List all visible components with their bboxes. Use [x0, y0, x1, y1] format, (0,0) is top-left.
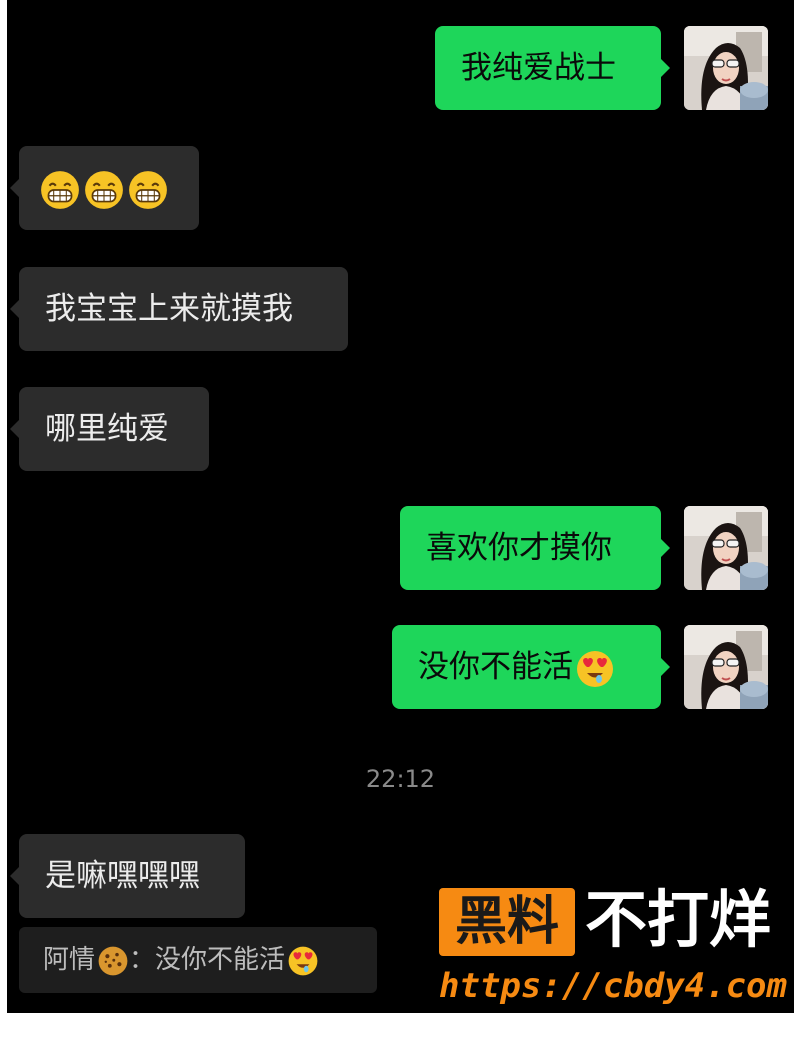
message-text: 是嘛嘿嘿嘿 — [45, 858, 200, 894]
message-bubble-incoming[interactable] — [10, 146, 199, 230]
message-text: 喜欢你才摸你 — [426, 530, 612, 566]
message-bubble-incoming[interactable]: 我宝宝上来就摸我 — [10, 267, 348, 351]
watermark-url: https://cbdy4.com — [439, 966, 787, 1006]
message-bubble-incoming[interactable]: 哪里纯爱 — [10, 387, 209, 471]
cookie-emoji — [97, 945, 129, 977]
timestamp: 22:12 — [365, 765, 436, 793]
message-bubble-outgoing[interactable]: 我纯爱战士 — [435, 26, 670, 110]
quoted-message[interactable]: 阿情 ：没你不能活 — [19, 927, 377, 993]
my-avatar[interactable] — [684, 506, 768, 590]
watermark-badge: 黑料 — [439, 888, 575, 956]
chat-screen: 我纯爱战士 我宝宝上来就摸我 哪里纯爱 喜欢你才摸你 没你不能活 22:12 是… — [7, 0, 794, 1013]
bubble-tail — [10, 866, 20, 886]
quote-sender: 阿情 — [43, 945, 96, 975]
bubble-tail — [10, 419, 20, 439]
message-text: 哪里纯爱 — [45, 411, 169, 447]
quote-text: 没你不能活 — [155, 945, 286, 975]
bubble-tail — [660, 538, 670, 558]
message-bubble-incoming[interactable]: 是嘛嘿嘿嘿 — [10, 834, 245, 918]
bubble-tail — [10, 299, 20, 319]
quote-separator: ： — [129, 945, 156, 975]
message-bubble-outgoing[interactable]: 没你不能活 — [392, 625, 670, 709]
my-avatar[interactable] — [684, 625, 768, 709]
bubble-tail — [660, 58, 670, 78]
message-text: 没你不能活 — [418, 649, 573, 685]
heart-eyes-emoji — [287, 945, 319, 977]
grin-emoji — [127, 169, 169, 211]
heart-eyes-emoji — [575, 649, 615, 689]
message-bubble-outgoing[interactable]: 喜欢你才摸你 — [400, 506, 670, 590]
bubble-tail — [660, 657, 670, 677]
watermark-title: 不打烊 — [585, 883, 772, 956]
my-avatar[interactable] — [684, 26, 768, 110]
message-text: 我宝宝上来就摸我 — [45, 291, 293, 327]
message-text: 我纯爱战士 — [461, 50, 616, 86]
grin-emoji — [83, 169, 125, 211]
bubble-tail — [10, 178, 20, 198]
grin-emoji — [39, 169, 81, 211]
